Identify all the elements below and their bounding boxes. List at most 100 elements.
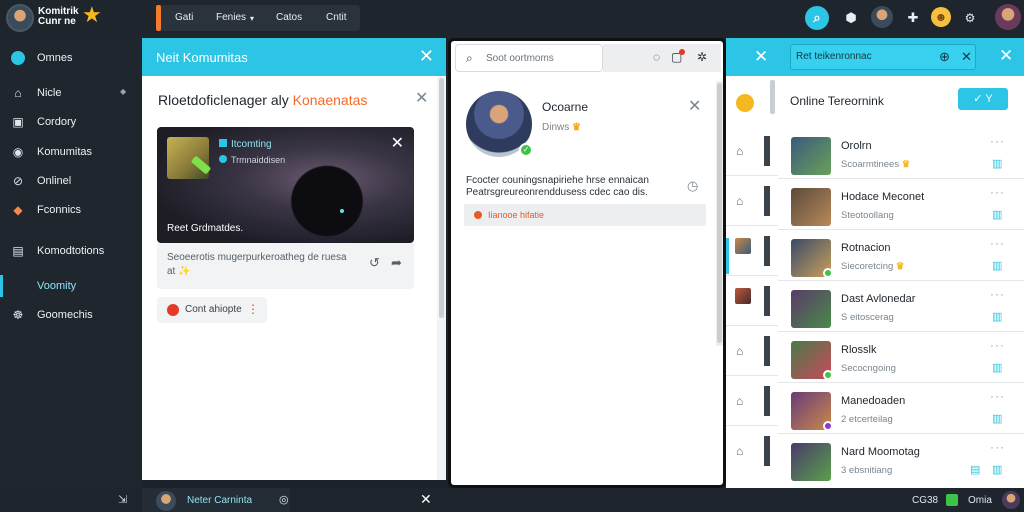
chevron-down-icon[interactable]: ▾ — [250, 14, 254, 23]
friend-row[interactable]: Nard Moomotag 3 ebsnitiang ··· ▤ ▥ — [778, 434, 1024, 485]
tools-icon[interactable]: ✕ — [961, 49, 972, 65]
more-icon[interactable]: ⋮ — [247, 302, 259, 316]
strip-item[interactable]: ⌂ — [726, 176, 778, 226]
sidebar-item-goomechis[interactable]: ☸ Goomechis — [0, 304, 142, 326]
sidebar-item-nicle[interactable]: ⌂ Nicle ◆ — [0, 82, 142, 104]
more-icon[interactable]: ··· — [990, 440, 1005, 454]
confirm-button[interactable]: ✓ Y — [958, 88, 1008, 110]
card-icon[interactable]: ▥ — [992, 463, 1002, 476]
settings-icon[interactable]: ⚙ — [959, 7, 981, 29]
sidebar-item-onlinel[interactable]: ⊘ Onlinel — [0, 170, 142, 192]
app-logo-avatar[interactable] — [6, 4, 34, 32]
friend-row[interactable]: Orolrn Scoarmtinees ♛ ··· ▥ — [778, 128, 1024, 179]
nav-item-cntit[interactable]: Cntit — [326, 12, 347, 23]
status-text: Omia — [968, 495, 992, 506]
friend-avatar[interactable] — [871, 6, 893, 28]
more-icon[interactable]: ··· — [990, 287, 1005, 301]
close-icon[interactable]: ✕ — [420, 491, 432, 508]
friend-name: Rotnacion — [841, 242, 891, 254]
settings-icon[interactable]: ✲ — [697, 50, 707, 64]
strip-item[interactable] — [726, 226, 778, 276]
action-button[interactable]: Cont ahiopte ⋮ — [157, 297, 267, 323]
bookmark-icon: ◆ — [13, 203, 23, 217]
search-field[interactable]: ⌕ Soot oortmoms — [455, 44, 603, 72]
friend-row[interactable]: Manedoaden 2 etcerteilag ··· ▥ — [778, 383, 1024, 434]
description-text: Seoeerotis mugerpurkeroatheg de ruesa at… — [167, 252, 347, 277]
more-icon[interactable]: ··· — [990, 134, 1005, 148]
alert-bar[interactable]: Iianooe hifatie — [464, 204, 706, 226]
strip-item[interactable]: ⌂ — [726, 326, 778, 376]
shield-icon[interactable]: ⬢ — [840, 7, 862, 29]
friend-status: 2 etcerteilag — [841, 414, 893, 425]
close-icon[interactable]: ✕ — [754, 47, 768, 67]
friend-row[interactable]: Rlosslk Secocngoing ··· ▥ — [778, 332, 1024, 383]
emoji-icon[interactable]: ◎ — [279, 493, 289, 506]
sidebar-item-fconnics[interactable]: ◆ Fconnics — [0, 199, 142, 221]
sidebar-item-komodtotions[interactable]: ▤ Komodtotions — [0, 240, 142, 262]
post-description: Seoeerotis mugerpurkeroatheg de ruesa at… — [157, 243, 414, 289]
card-icon[interactable]: ▤ — [970, 463, 980, 476]
friend-row[interactable]: Rotnacion Siecoretcing ♛ ··· ▥ — [778, 230, 1024, 281]
strip-item[interactable]: ⌂ — [726, 376, 778, 426]
add-icon[interactable]: ⊕ — [939, 49, 950, 65]
scrollbar[interactable] — [770, 80, 775, 114]
nav-item-fenies[interactable]: Fenies — [216, 12, 246, 23]
friend-row[interactable]: Dast Avlonedar S eitoscerag ··· ▥ — [778, 281, 1024, 332]
strip-item[interactable]: ⌂ — [726, 126, 778, 176]
card-icon[interactable]: ▥ — [992, 412, 1002, 425]
friend-avatar — [791, 290, 831, 328]
card-icon[interactable]: ▥ — [992, 310, 1002, 323]
more-icon[interactable]: ··· — [990, 185, 1005, 199]
collapse-icon[interactable]: ⇲ — [118, 493, 127, 506]
search-field[interactable]: Ret teikenronnac ⊕ ✕ — [790, 44, 976, 70]
more-icon[interactable]: ··· — [990, 236, 1005, 250]
close-icon[interactable]: ✕ — [999, 46, 1013, 66]
scrollbar[interactable] — [716, 81, 723, 346]
chat-icon[interactable]: ◌ — [653, 50, 660, 64]
action-button-label: Cont ahiopte — [185, 304, 242, 315]
card-icon[interactable]: ▥ — [992, 259, 1002, 272]
card-icon[interactable]: ▥ — [992, 208, 1002, 221]
post-title-highlight: Konaenatas — [292, 92, 368, 108]
emoji-icon[interactable]: ☻ — [931, 7, 951, 27]
friend-status: Siecoretcing ♛ — [841, 261, 905, 272]
sidebar-item-omnes[interactable]: Omnes — [0, 47, 142, 69]
share-icon[interactable]: ➦ — [391, 255, 402, 271]
friend-row[interactable]: Hodace Meconet Steotoollang ··· ▥ — [778, 179, 1024, 230]
game-icon[interactable] — [946, 494, 958, 506]
search-button[interactable]: ⌕ — [805, 6, 829, 30]
panel-header: Neit Komumitas ✕ — [142, 38, 446, 76]
strip-item[interactable]: ⌂ — [726, 426, 778, 476]
notification-badge — [679, 49, 685, 55]
game-card[interactable]: Itcomting Trmnaiddisen ✕ Reet Grdmatdes. — [157, 127, 414, 243]
card-icon[interactable]: ▥ — [992, 157, 1002, 170]
user-avatar[interactable] — [995, 4, 1021, 30]
close-icon[interactable]: ✕ — [415, 88, 428, 108]
nav-item-catos[interactable]: Catos — [276, 12, 302, 23]
close-icon[interactable]: ✕ — [688, 96, 701, 116]
verified-icon: ✓ — [519, 143, 533, 157]
scrollbar[interactable] — [437, 76, 446, 480]
sidebar-item-komumitas[interactable]: ◉ Komumitas — [0, 141, 142, 163]
close-icon[interactable]: ✕ — [419, 46, 434, 67]
more-icon[interactable]: ··· — [990, 389, 1005, 403]
sidebar-item-cordory[interactable]: ▣ Cordory — [0, 111, 142, 133]
user-avatar[interactable] — [1002, 491, 1020, 509]
nav-item-gati[interactable]: Gati — [175, 12, 193, 23]
more-icon[interactable]: ··· — [990, 338, 1005, 352]
card-icon[interactable]: ▥ — [992, 361, 1002, 374]
sun-icon[interactable] — [736, 94, 754, 112]
crown-icon: ♛ — [901, 159, 911, 170]
profile-name: Ocoarne — [542, 100, 589, 114]
strip-item[interactable] — [726, 276, 778, 326]
clock-icon[interactable]: ◷ — [687, 178, 698, 194]
puzzle-icon[interactable]: ✚ — [902, 7, 924, 29]
game-thumbnail — [167, 137, 212, 179]
sidebar-item-label: Voomity — [37, 280, 77, 292]
reply-icon[interactable]: ↺ — [369, 255, 380, 271]
sidebar-item-voomity[interactable]: Voomity — [0, 275, 142, 297]
close-icon[interactable]: ✕ — [391, 133, 404, 153]
game-badge: Itcomting — [219, 139, 272, 150]
chat-avatar — [156, 491, 176, 511]
expand-icon[interactable]: ◆ — [120, 87, 126, 96]
